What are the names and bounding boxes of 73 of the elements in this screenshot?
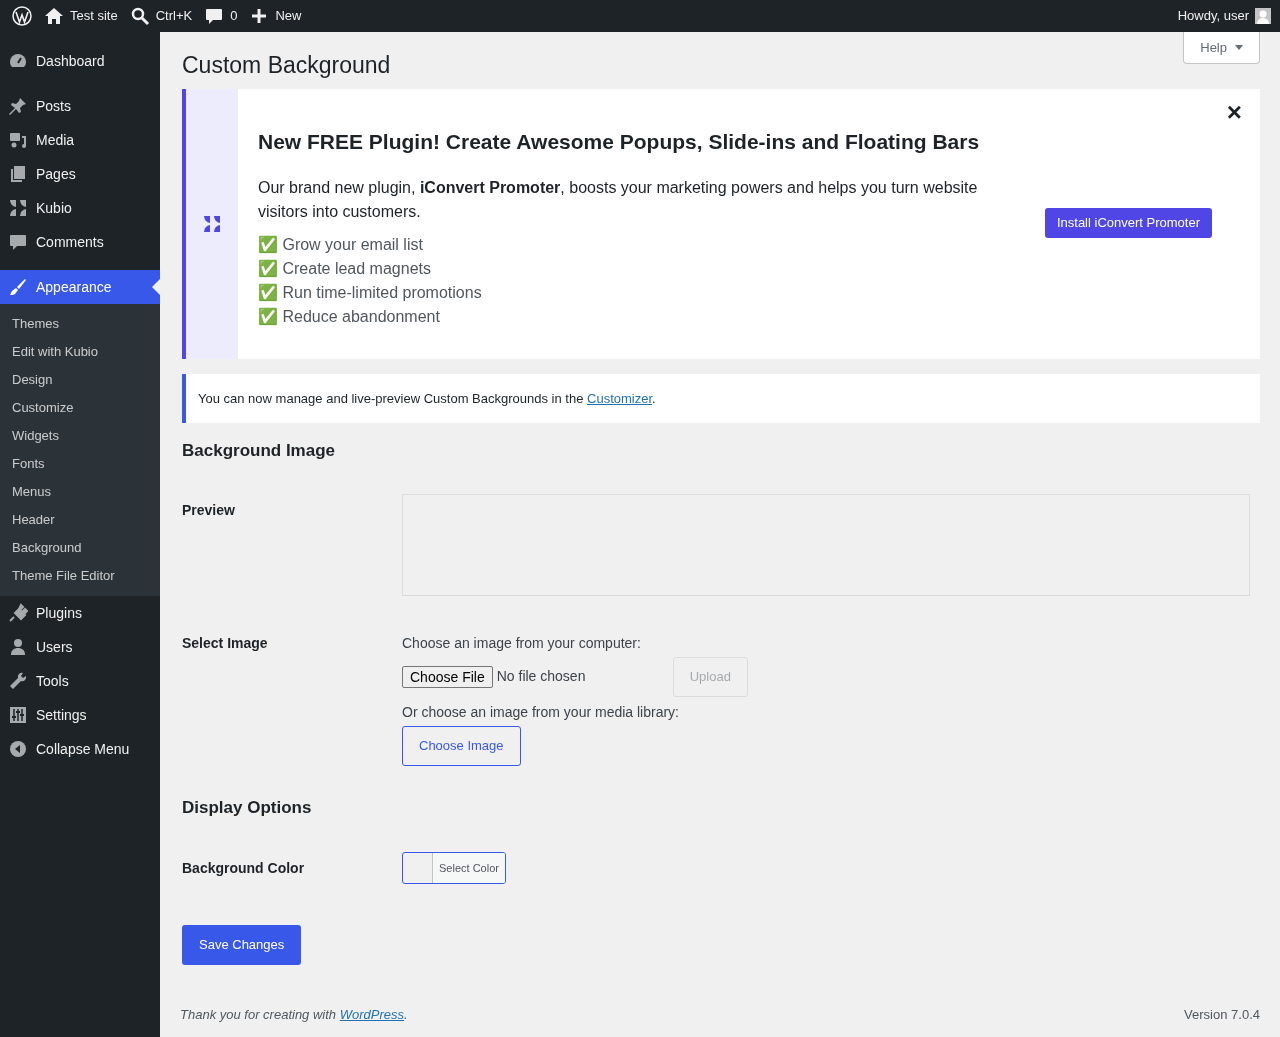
section-heading: Background Image (182, 440, 337, 462)
version-text: Version 7.0.4 (1184, 1005, 1260, 1024)
caret-icon (1235, 45, 1243, 50)
promo-title: New FREE Plugin! Create Awesome Popups, Slide-ins and Floating Bars (258, 129, 981, 155)
field-label: Preview (182, 500, 236, 520)
wrench-icon (8, 671, 28, 691)
sidebar-menu-item[interactable]: Comments (0, 225, 160, 259)
submenu-item[interactable]: Widgets (0, 422, 160, 450)
close-button[interactable]: × (1226, 99, 1242, 125)
submenu-item[interactable]: Design (0, 366, 160, 394)
submenu-item[interactable]: Fonts (0, 450, 160, 478)
wordpress-link[interactable]: WordPress (339, 1006, 404, 1022)
admin-bar-link[interactable]: Test site (38, 0, 124, 32)
promo-bullet: ✅ Create lead magnets (258, 258, 432, 279)
sidebar-menu-item[interactable]: Posts (0, 89, 160, 123)
submenu-item[interactable]: Themes (0, 310, 160, 338)
sidebar-menu-item[interactable]: Appearance (0, 270, 160, 304)
sidebar-menu-item[interactable]: Kubio (0, 191, 160, 225)
promo-bullet: ✅ Grow your email list (258, 234, 424, 255)
pushpin-icon (8, 96, 28, 116)
house-icon (44, 6, 64, 26)
notice-text: You can now manage and live-preview Custom Backgrounds in the Customizer. (198, 389, 656, 408)
admin-bar-link[interactable]: 0 (198, 0, 244, 32)
color-picker-button[interactable]: Select Color (402, 852, 506, 884)
install-button[interactable]: Install iConvert Promoter (1044, 207, 1212, 238)
plug-icon (8, 603, 28, 623)
sidebar-menu-item[interactable]: Users (0, 630, 160, 664)
help-text: Choose an image from your computer: (402, 633, 642, 653)
account-menu[interactable]: Howdy, user (1177, 6, 1274, 26)
kubio-icon (8, 198, 28, 218)
submenu-item[interactable]: Theme File Editor (0, 562, 160, 590)
speech-bubble-icon (8, 232, 28, 252)
page-title: Custom Background (182, 51, 391, 80)
search-icon (129, 6, 150, 26)
sidebar-menu-item[interactable]: Dashboard (0, 44, 160, 78)
promo-bullet: ✅ Reduce abandonment (258, 306, 441, 327)
sidebar-menu-item[interactable]: Plugins (0, 596, 160, 630)
submenu-item[interactable]: Customize (0, 394, 160, 422)
file-status: No file chosen (496, 667, 587, 686)
current-arrow-icon (152, 279, 160, 295)
sidebar-menu-item[interactable]: Collapse Menu (0, 732, 160, 766)
sidebar-menu-item[interactable]: Tools (0, 664, 160, 698)
sidebar-menu-item[interactable]: Media (0, 123, 160, 157)
field-label: Background Color (182, 859, 306, 878)
person-icon (8, 637, 28, 657)
footer-text: Thank you for creating with WordPress. (180, 1005, 408, 1024)
speech-bubble-icon (204, 6, 225, 26)
sidebar-menu-item[interactable]: Pages (0, 157, 160, 191)
admin-bar-link[interactable]: Ctrl+K (123, 0, 199, 32)
camera-music-icon (8, 130, 28, 150)
help-tab[interactable]: Help (1183, 32, 1260, 64)
submenu-item[interactable]: Menus (0, 478, 160, 506)
save-button[interactable]: Save Changes (182, 925, 302, 965)
avatar-icon (1255, 8, 1271, 24)
wordpress-logo-icon (12, 6, 32, 26)
pages-icon (8, 164, 28, 184)
submenu-item[interactable]: Header (0, 506, 160, 534)
file-button[interactable]: Choose File (402, 665, 493, 688)
submenu-item[interactable]: Edit with Kubio (0, 338, 160, 366)
paintbrush-icon (8, 277, 28, 297)
choose-image-button[interactable]: Choose Image (402, 725, 521, 766)
admin-bar-link[interactable]: New (243, 0, 308, 32)
help-text: Or choose an image from your media library: (402, 702, 680, 722)
submenu-item[interactable]: Background (0, 534, 160, 562)
collapse-icon (8, 739, 28, 759)
sidebar-menu-item[interactable]: Settings (0, 698, 160, 732)
promo-bullet: ✅ Run time-limited promotions (258, 282, 483, 303)
customizer-link[interactable]: Customizer (587, 390, 653, 406)
field-label: Select Image (182, 633, 269, 653)
section-heading: Display Options (182, 796, 313, 819)
kubio-icon (202, 214, 222, 234)
promo-text: Our brand new plugin, iConvert Promoter, boosts your marketing powers and helps you turn website visitors into customers. (258, 177, 979, 222)
sliders-icon (8, 705, 28, 725)
